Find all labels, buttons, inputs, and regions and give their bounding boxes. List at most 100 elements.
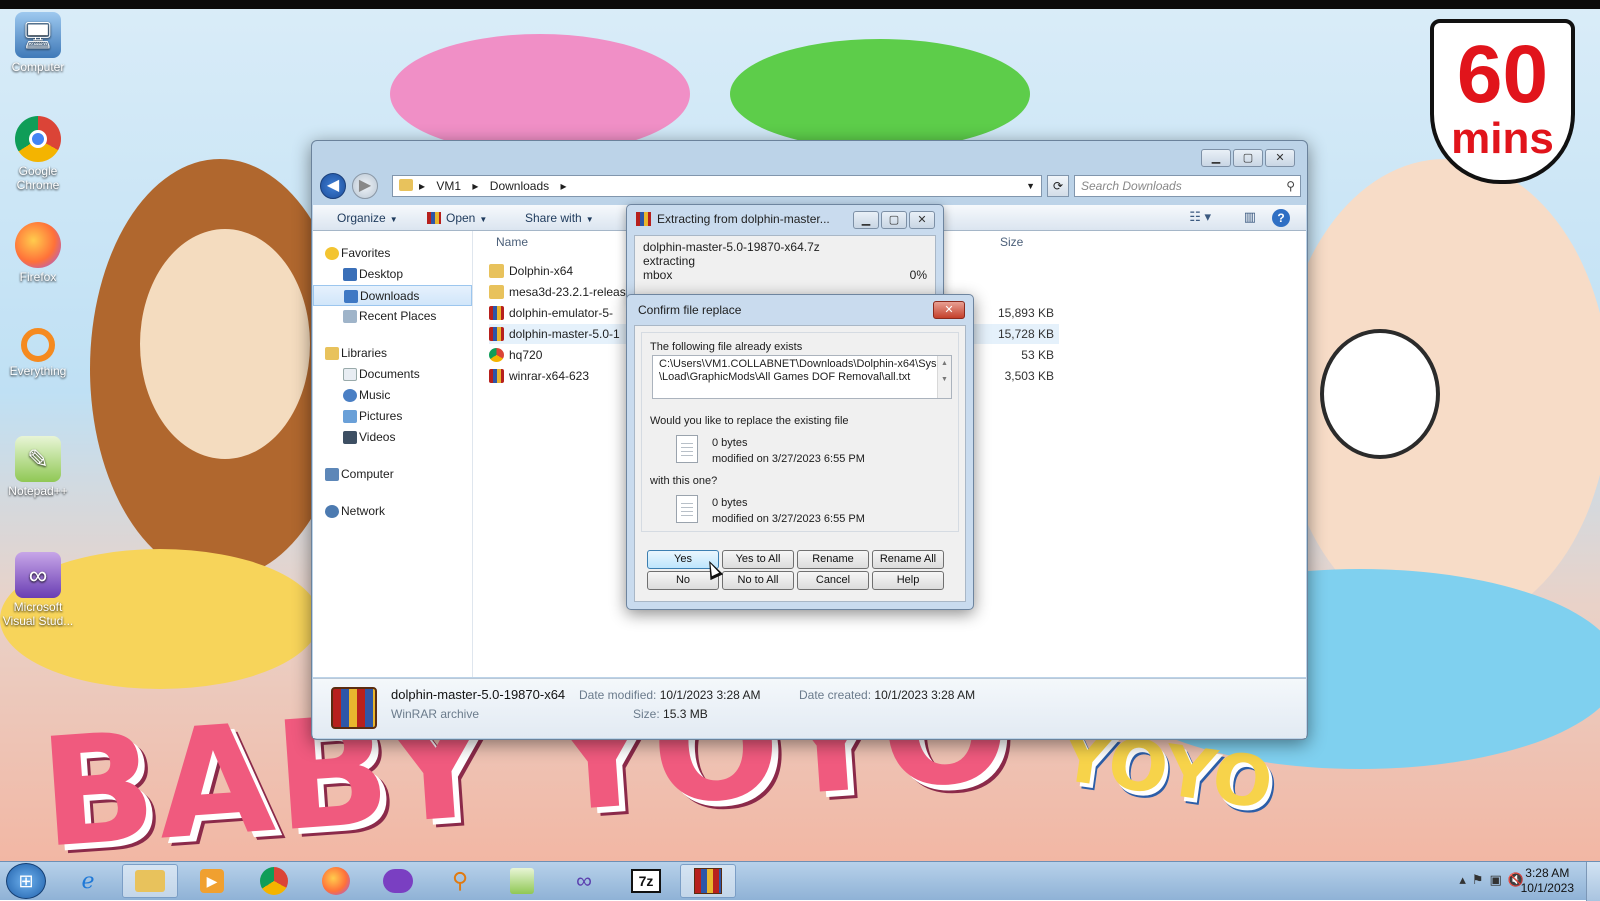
desktop-icon-chrome[interactable]: Google Chrome xyxy=(0,116,76,192)
address-dropdown-icon[interactable]: ▼ xyxy=(1026,176,1035,196)
desktop-icon-visual-studio[interactable]: ∞ Microsoft Visual Stud... xyxy=(0,552,76,628)
nav-videos[interactable]: Videos xyxy=(313,427,472,448)
nav-documents[interactable]: Documents xyxy=(313,364,472,385)
folder-icon xyxy=(399,179,413,191)
close-button[interactable]: ✕ xyxy=(1265,149,1295,167)
mask-app-icon[interactable] xyxy=(370,864,426,898)
desktop-icon-computer[interactable]: 🖥 Computer xyxy=(0,12,76,74)
computer-icon: 🖥 xyxy=(15,12,61,58)
search-icon[interactable]: ⚲ xyxy=(1286,176,1295,196)
forward-button[interactable]: ▶ xyxy=(352,173,378,199)
internet-explorer-icon[interactable]: ℯ xyxy=(60,864,116,898)
firefox-icon[interactable] xyxy=(308,864,364,898)
nav-libraries[interactable]: Libraries xyxy=(313,343,472,364)
baby-eye-art xyxy=(1320,329,1440,459)
file-path-box[interactable]: C:\Users\VM1.COLLABNET\Downloads\Dolphin… xyxy=(652,355,952,399)
nav-label: Pictures xyxy=(359,409,403,423)
refresh-button[interactable]: ⟳ xyxy=(1047,175,1069,197)
visual-studio-icon[interactable]: ∞ xyxy=(556,864,612,898)
new-file-modified: modified on 3/27/2023 6:55 PM xyxy=(712,513,865,525)
winrar-icon xyxy=(489,306,504,320)
nav-music[interactable]: Music xyxy=(313,385,472,406)
desktop-icon-label: Computer xyxy=(11,60,65,74)
show-desktop-button[interactable] xyxy=(1586,862,1600,901)
details-value: 15.3 MB xyxy=(663,707,708,721)
nav-network[interactable]: Network xyxy=(313,501,472,522)
breadcrumb-downloads[interactable]: Downloads xyxy=(490,179,549,193)
libraries-icon xyxy=(325,347,339,360)
desktop-icon-firefox[interactable]: Firefox xyxy=(0,222,76,284)
nav-downloads[interactable]: Downloads xyxy=(313,285,472,306)
organize-button[interactable]: Organize ▼ xyxy=(337,205,398,231)
desktop-icon xyxy=(343,268,357,281)
no-to-all-button[interactable]: No to All xyxy=(722,571,794,590)
details-file-type: WinRAR archive xyxy=(391,707,480,721)
nav-pictures[interactable]: Pictures xyxy=(313,406,472,427)
minimize-button[interactable]: ▁ xyxy=(853,211,879,229)
details-label: Date created: xyxy=(799,688,872,702)
winrar-icon xyxy=(636,212,651,226)
column-header-size[interactable]: Size xyxy=(1000,235,1023,253)
preview-pane-icon[interactable]: ▥ xyxy=(1244,209,1256,227)
system-tray[interactable]: ▴⚑▣🔇 xyxy=(1459,872,1530,888)
breadcrumb-vm1[interactable]: VM1 xyxy=(436,179,461,193)
winrar-icon[interactable] xyxy=(680,864,736,898)
details-pane: dolphin-master-5.0-19870-x64 WinRAR arch… xyxy=(313,678,1306,738)
desktop-icon-label: Firefox xyxy=(19,270,57,284)
new-file-size: 0 bytes xyxy=(712,497,748,509)
existing-file-modified: modified on 3/27/2023 6:55 PM xyxy=(712,453,865,465)
nav-label: Documents xyxy=(359,367,420,381)
clock[interactable]: 3:28 AM 10/1/2023 xyxy=(1521,866,1574,896)
recent-places-icon xyxy=(343,310,357,323)
documents-icon xyxy=(343,368,357,381)
file-explorer-icon[interactable] xyxy=(122,864,178,898)
dialog-close-button[interactable]: ✕ xyxy=(933,301,965,319)
help-icon[interactable]: ? xyxy=(1272,209,1290,227)
share-with-label: Share with xyxy=(525,211,582,225)
notepadpp-icon[interactable] xyxy=(494,864,550,898)
search-tool-icon[interactable]: ⚲ xyxy=(432,864,488,898)
rename-all-button[interactable]: Rename All xyxy=(872,550,944,569)
breadcrumb-separator: ▸ xyxy=(560,179,567,193)
back-button[interactable]: ◀ xyxy=(320,173,346,199)
duration-badge: 60 mins xyxy=(1430,19,1575,184)
downloads-icon xyxy=(344,290,358,303)
desktop-icon-label: Notepad++ xyxy=(8,484,68,498)
breadcrumb-separator: ▸ xyxy=(472,179,479,193)
nav-recent-places[interactable]: Recent Places xyxy=(313,306,472,327)
clock-date: 10/1/2023 xyxy=(1520,881,1574,895)
open-button[interactable]: Open ▼ xyxy=(427,205,487,231)
cancel-button[interactable]: Cancel xyxy=(797,571,869,590)
chrome-icon[interactable] xyxy=(246,864,302,898)
yes-to-all-button[interactable]: Yes to All xyxy=(722,550,794,569)
maximize-button[interactable]: ▢ xyxy=(1233,149,1263,167)
desktop-icon-everything[interactable]: Everything xyxy=(0,328,76,378)
search-input[interactable]: Search Downloads ⚲ xyxy=(1074,175,1301,197)
address-bar[interactable]: ▸ VM1 ▸ Downloads ▸ ▼ xyxy=(392,175,1042,197)
desktop-icon-notepadpp[interactable]: ✎ Notepad++ xyxy=(0,436,76,498)
help-button[interactable]: Help xyxy=(872,571,944,590)
music-icon xyxy=(343,389,357,402)
path-scrollbar[interactable]: ▲ ▼ xyxy=(937,356,951,398)
nav-favorites[interactable]: Favorites xyxy=(313,243,472,264)
search-placeholder: Search Downloads xyxy=(1081,179,1182,193)
share-with-button[interactable]: Share with ▼ xyxy=(525,205,594,231)
rename-button[interactable]: Rename xyxy=(797,550,869,569)
nav-desktop[interactable]: Desktop xyxy=(313,264,472,285)
media-player-icon[interactable]: ▶ xyxy=(184,864,240,898)
7zip-icon[interactable]: 7z xyxy=(618,864,674,898)
close-button[interactable]: ✕ xyxy=(909,211,935,229)
maximize-button[interactable]: ▢ xyxy=(881,211,907,229)
taskbar: ⊞ ℯ ▶ ⚲ ∞ 7z ▴⚑▣🔇 3:28 AM 10/1/2023 xyxy=(0,861,1600,901)
visual-studio-icon: ∞ xyxy=(15,552,61,598)
start-button[interactable]: ⊞ xyxy=(6,863,46,899)
nav-computer[interactable]: Computer xyxy=(313,464,472,485)
chrome-icon xyxy=(15,116,61,162)
desktop-icon-label: Everything xyxy=(9,364,67,378)
column-header-name[interactable]: Name xyxy=(496,235,528,253)
view-options-icon[interactable]: ☷ ▾ xyxy=(1189,209,1211,227)
minimize-button[interactable]: ▁ xyxy=(1201,149,1231,167)
extracting-window-controls: ▁ ▢ ✕ xyxy=(853,211,935,229)
nav-label: Music xyxy=(359,388,391,402)
details-value: 10/1/2023 3:28 AM xyxy=(659,688,761,702)
